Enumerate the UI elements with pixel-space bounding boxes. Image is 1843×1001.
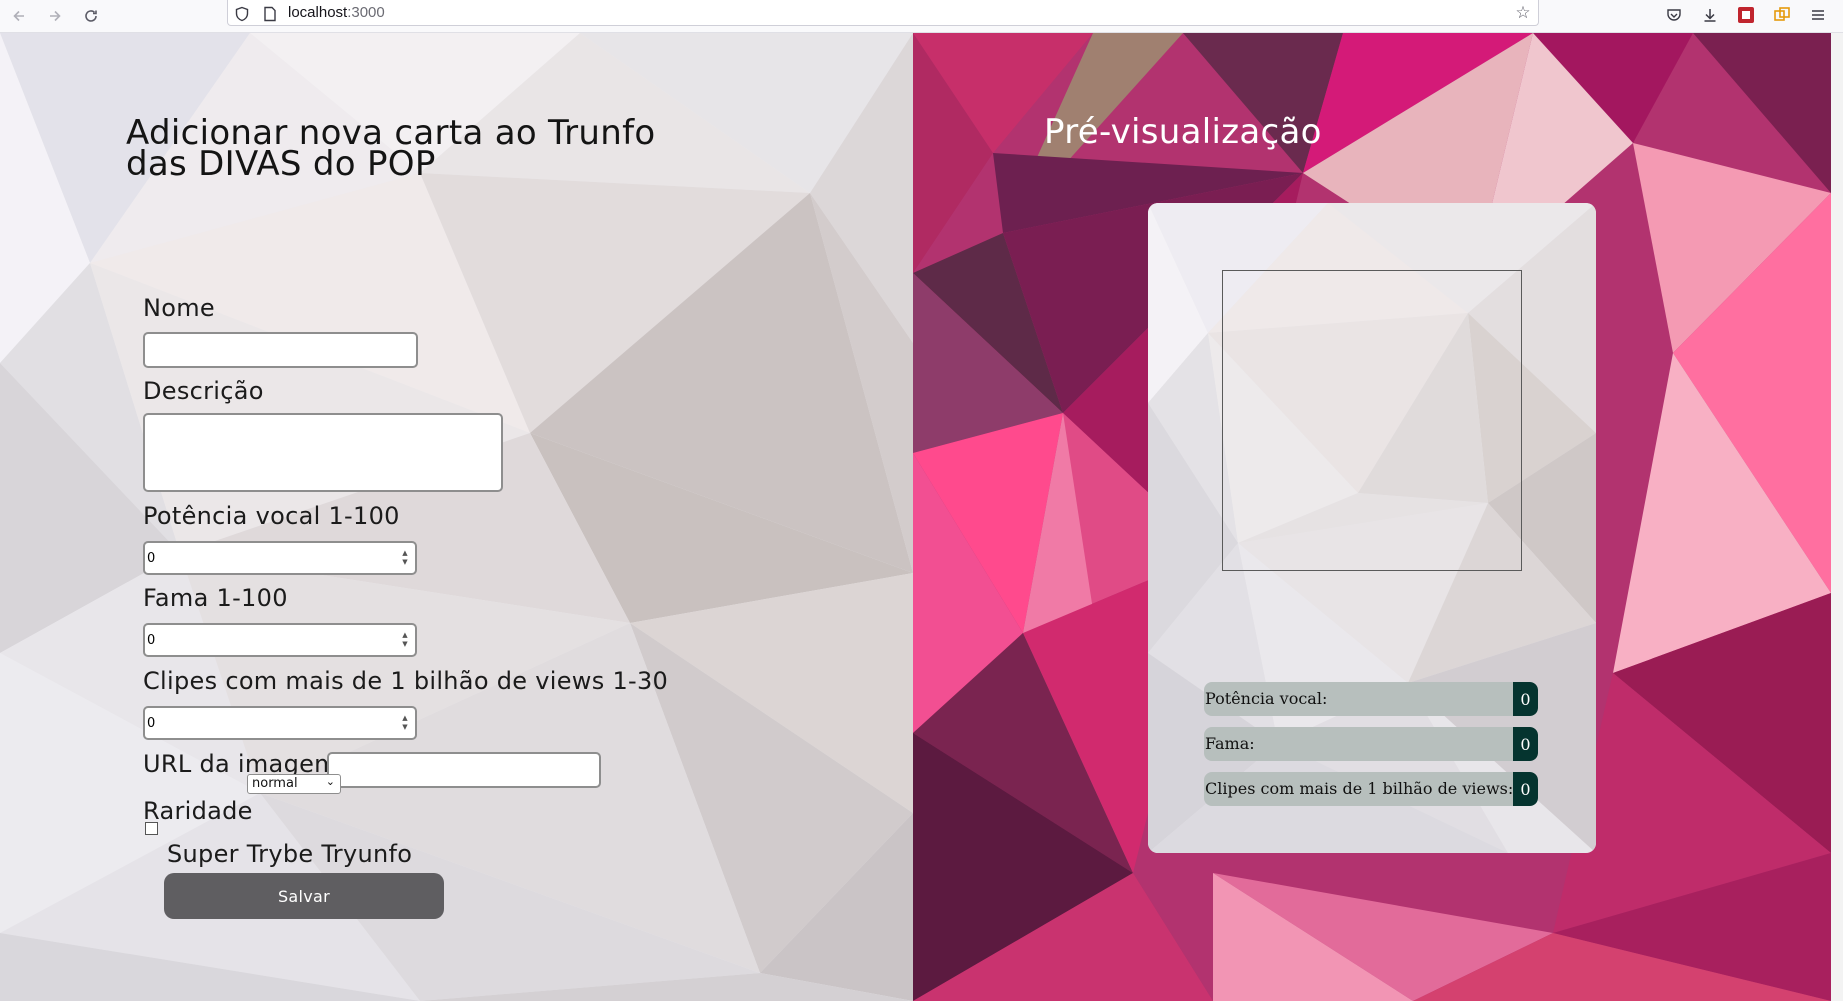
super-trunfo-label: Super Trybe Tryunfo [167,840,413,868]
super-trunfo-checkbox[interactable] [145,822,158,835]
rarity-selected-value: normal [252,776,298,791]
fame-input[interactable]: 0 ▲ ▼ [143,623,417,657]
attribute-row-vocal: Potência vocal: 0 [1204,682,1538,716]
extension-icon[interactable] [1734,3,1758,27]
description-textarea[interactable] [143,413,503,492]
attribute-label: Clipes com mais de 1 bilhão de views: [1205,779,1514,798]
download-icon[interactable] [1698,3,1722,27]
form-title: Adicionar nova carta ao Trunfo das DIVAS… [126,113,656,184]
fame-label: Fama 1-100 [143,584,288,612]
description-label: Descrição [143,377,264,405]
name-input[interactable] [143,332,418,368]
shield-icon[interactable] [232,4,252,24]
extensions-puzzle-icon[interactable] [1770,3,1794,27]
forward-arrow-icon[interactable] [42,3,68,29]
number-spinner-icon[interactable]: ▲ ▼ [398,546,412,570]
rarity-select[interactable]: normal ⌄ [247,774,341,794]
browser-toolbar: localhost:3000 ☆ [0,0,1843,33]
number-spinner-icon[interactable]: ▲ ▼ [398,711,412,735]
url-port: :3000 [347,4,385,21]
image-url-input[interactable] [327,752,601,788]
name-label: Nome [143,294,215,322]
vocal-power-input[interactable]: 0 ▲ ▼ [143,541,417,575]
back-arrow-icon[interactable] [6,3,32,29]
attribute-row-clips: Clipes com mais de 1 bilhão de views: 0 [1204,772,1538,806]
page-icon [260,4,280,24]
rarity-label: Raridade [143,797,253,825]
attribute-value: 0 [1513,772,1538,806]
url-host: localhost [288,4,348,21]
url-bar[interactable] [227,0,1539,26]
attribute-value: 0 [1513,727,1538,761]
attribute-label: Fama: [1205,734,1255,753]
number-spinner-icon[interactable]: ▲ ▼ [398,628,412,652]
save-button[interactable]: Salvar [164,873,444,919]
chevron-down-icon: ⌄ [325,775,335,788]
clips-value: 0 [147,716,156,731]
pocket-icon[interactable] [1662,3,1686,27]
bookmark-star-icon[interactable]: ☆ [1512,2,1534,24]
fame-value: 0 [147,633,156,648]
attribute-label: Potência vocal: [1205,689,1328,708]
vocal-power-value: 0 [147,551,156,566]
reload-icon[interactable] [78,3,104,29]
vocal-power-label: Potência vocal 1-100 [143,502,400,530]
scrollbar[interactable] [1831,33,1843,1001]
attribute-value: 0 [1513,682,1538,716]
clips-input[interactable]: 0 ▲ ▼ [143,706,417,740]
attribute-row-fame: Fama: 0 [1204,727,1538,761]
clips-label: Clipes com mais de 1 bilhão de views 1-3… [143,667,669,695]
menu-icon[interactable] [1806,3,1830,27]
card-image-frame [1222,270,1522,571]
url-text[interactable]: localhost:3000 [288,4,385,21]
preview-title: Pré-visualização [1044,112,1322,152]
